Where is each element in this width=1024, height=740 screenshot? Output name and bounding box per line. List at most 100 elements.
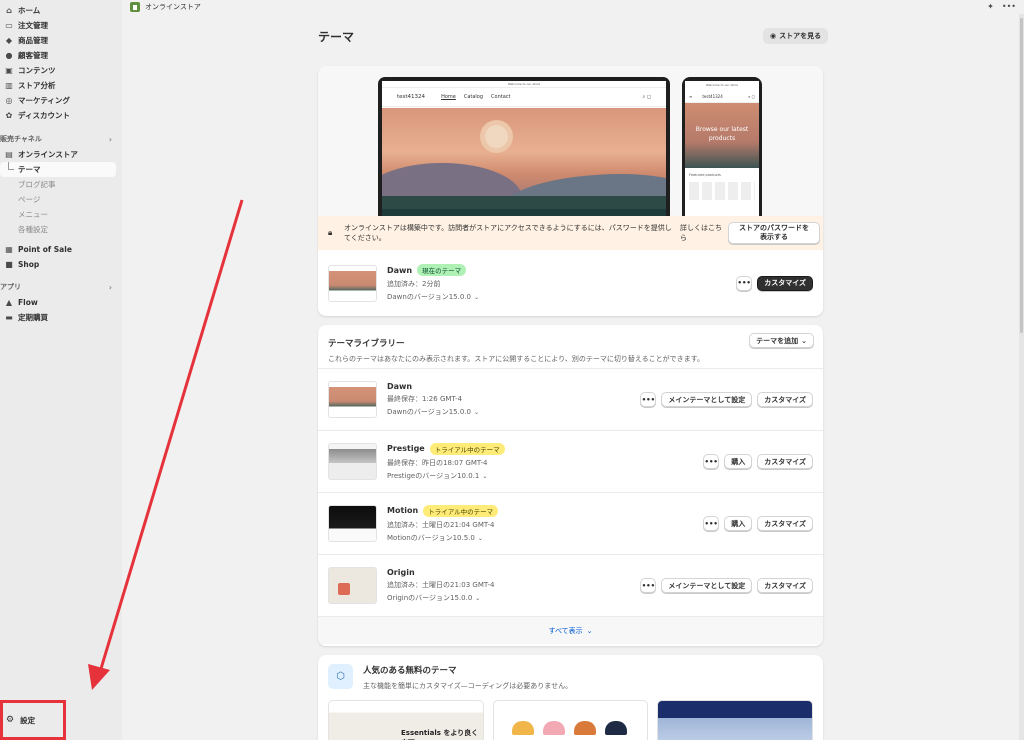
apps-header[interactable]: アプリ › (0, 279, 122, 295)
sidebar-item-subscriptions[interactable]: ▬ 定期購買 (0, 310, 122, 325)
preview-store-name: test41324 (397, 94, 426, 100)
theme-gallery-icon: ⬡ (328, 664, 353, 689)
pin-icon[interactable]: ✦ (987, 2, 994, 11)
sidebar-item-customers[interactable]: ● 顧客管理 (0, 48, 122, 63)
sidebar-item-content[interactable]: ▣ コンテンツ (0, 63, 122, 78)
gear-icon: ⚙ (6, 715, 15, 725)
set-main-theme-button[interactable]: メインテーマとして設定 (661, 578, 753, 593)
preview-nav-item: Home (441, 94, 456, 100)
more-actions-button[interactable]: ••• (703, 454, 720, 469)
version-dropdown[interactable]: Originのバージョン15.0.0 ⌄ (387, 593, 494, 603)
free-themes-header: ⬡ 人気のある無料のテーマ 主な機能を簡単にカスタマイズ—コーディングは必要あり… (318, 655, 823, 700)
tag-icon: ◆ (5, 36, 13, 45)
sidebar-item-discounts[interactable]: ✿ ディスカウント (0, 108, 122, 123)
library-theme-row: Prestige トライアル中のテーマ 最終保存：昨日の18:07 GMT-4 P… (318, 430, 823, 492)
status-badge: トライアル中のテーマ (429, 442, 505, 455)
theme-preview[interactable]: Welcome to our store test41324 Home Cata… (318, 66, 823, 250)
theme-info: Prestige トライアル中のテーマ 最終保存：昨日の18:07 GMT-4 P… (387, 442, 505, 481)
version-dropdown[interactable]: Prestigeのバージョン10.0.1 ⌄ (387, 471, 505, 481)
sidebar-item-online-store[interactable]: ▤ オンラインストア (0, 147, 122, 162)
customize-button[interactable]: カスタマイズ (757, 454, 813, 469)
sidebar-item-orders[interactable]: ▭ 注文管理 (0, 18, 122, 33)
cap-images (511, 721, 627, 735)
customize-button[interactable]: カスタマイズ (757, 578, 813, 593)
target-icon: ◎ (5, 96, 13, 105)
sidebar-subitem-themes[interactable]: テーマ (0, 162, 116, 177)
mobile-announcement-bar: Welcome to our store (705, 83, 739, 87)
free-theme-card[interactable] (492, 700, 649, 740)
sidebar-item-marketing[interactable]: ◎ マーケティング (0, 93, 122, 108)
preview-hero-image (382, 108, 666, 227)
theme-actions: ••• メインテーマとして設定 カスタマイズ (640, 369, 813, 430)
sidebar-subitem-blog[interactable]: ブログ記事 (0, 177, 122, 192)
customize-button[interactable]: カスタマイズ (757, 392, 813, 407)
theme-thumbnail (328, 381, 377, 418)
buy-button[interactable]: 購入 (724, 454, 753, 469)
view-store-button[interactable]: ◉ ストアを見る (763, 28, 829, 44)
pos-icon: ▦ (5, 245, 13, 254)
sidebar-item-shop[interactable]: ■ Shop (0, 257, 122, 272)
sidebar-subitem-pages[interactable]: ページ (0, 192, 122, 207)
mobile-screen: Welcome to our store ≡ test41324 ⌕ ◻ Bro… (685, 81, 759, 227)
free-theme-card[interactable] (657, 700, 814, 740)
set-main-theme-button[interactable]: メインテーマとして設定 (661, 392, 753, 407)
sidebar-item-label: ホーム (18, 6, 41, 15)
preview-nav-item: Catalog (463, 94, 484, 100)
sidebar-item-products[interactable]: ◆ 商品管理 (0, 33, 122, 48)
more-actions-button[interactable]: ••• (640, 392, 657, 407)
more-icon[interactable]: ••• (1002, 2, 1016, 11)
show-password-button[interactable]: ストアのパスワードを表示する (728, 222, 820, 244)
more-actions-button[interactable]: ••• (640, 578, 657, 593)
sidebar-item-pos[interactable]: ▦ Point of Sale (0, 242, 122, 257)
free-themes-grid: Essentials をより良く実現。 (318, 700, 823, 740)
sidebar-item-home[interactable]: ⌂ ホーム (0, 3, 122, 18)
sales-channels-header[interactable]: 販売チャネル › (0, 131, 122, 147)
theme-meta: 最終保存：1:26 GMT-4 (387, 395, 463, 403)
sidebar-item-analytics[interactable]: ▥ ストア分析 (0, 78, 122, 93)
sidebar-item-label: 商品管理 (18, 36, 48, 45)
chevron-down-icon: ⌄ (473, 409, 479, 416)
customize-button[interactable]: カスタマイズ (757, 275, 813, 291)
theme-thumbnail (328, 567, 377, 604)
version-dropdown[interactable]: Dawnのバージョン15.0.0 ⌄ (387, 292, 479, 302)
topbar: オンラインストア ✦ ••• (122, 0, 1024, 14)
free-themes-subtitle: 主な機能を簡単にカスタマイズ—コーディングは必要ありません。 (363, 682, 573, 690)
theme-info: Dawn 最終保存：1:26 GMT-4 Dawnのバージョン15.0.0 ⌄ (387, 382, 479, 417)
image-icon: ▣ (5, 66, 13, 75)
buy-button[interactable]: 購入 (724, 516, 753, 531)
person-icon: ● (5, 51, 13, 60)
add-theme-button[interactable]: テーマを追加 ⌄ (749, 333, 814, 348)
theme-name: Origin (387, 568, 494, 577)
learn-more-link[interactable]: 詳しくはこちら (680, 223, 722, 243)
password-notice: 🔒︎ オンラインストアは構築中です。訪問者がストアにアクセスできるようにするには… (318, 216, 823, 250)
more-actions-button[interactable]: ••• (703, 516, 720, 531)
version-dropdown[interactable]: Motionのバージョン10.5.0 ⌄ (387, 533, 498, 543)
view-all-link[interactable]: すべて表示 ⌄ (318, 616, 823, 644)
scrollbar-thumb[interactable] (1020, 18, 1023, 333)
sidebar-subitem-menus[interactable]: メニュー (0, 207, 122, 222)
sidebar-subitem-preferences[interactable]: 各種設定 (0, 222, 122, 237)
theme-meta: 追加済み：土曜日の21:04 GMT-4 (387, 520, 495, 529)
more-actions-button[interactable]: ••• (736, 275, 753, 291)
sidebar-item-label: マーケティング (18, 96, 70, 105)
theme-thumbnail (328, 264, 377, 302)
subitem-label: テーマ (18, 165, 41, 174)
version-text: Originのバージョン15.0.0 (387, 594, 473, 602)
view-all-label: すべて表示 (548, 626, 583, 635)
version-dropdown[interactable]: Dawnのバージョン15.0.0 ⌄ (387, 407, 479, 417)
free-theme-card[interactable]: Essentials をより良く実現。 (328, 700, 484, 740)
theme-actions: ••• カスタマイズ (736, 250, 813, 316)
store-icon: ▤ (5, 150, 13, 159)
sidebar: ⌂ ホーム ▭ 注文管理 ◆ 商品管理 ● 顧客管理 ▣ コンテンツ ▥ ストア分析 ◎ マー… (0, 0, 122, 740)
sidebar-item-flow[interactable]: ▲ Flow (0, 295, 122, 310)
free-themes-card: ⬡ 人気のある無料のテーマ 主な機能を簡単にカスタマイズ—コーディングは必要あり… (318, 655, 823, 740)
theme-name: Dawn 現在のテーマ (387, 264, 479, 276)
flow-icon: ▲ (5, 298, 13, 307)
theme-name-text: Dawn (387, 382, 413, 391)
customize-button[interactable]: カスタマイズ (757, 516, 813, 531)
sidebar-item-label: ストア分析 (18, 81, 56, 90)
mobile-featured-label: Featured products (689, 173, 721, 177)
sidebar-item-settings[interactable]: ⚙ 設定 (0, 700, 66, 740)
library-subtitle: これらのテーマはあなたにのみ表示されます。ストアに公開することにより、別のテーマ… (328, 355, 704, 363)
theme-name: Motion トライアル中のテーマ (387, 504, 499, 517)
